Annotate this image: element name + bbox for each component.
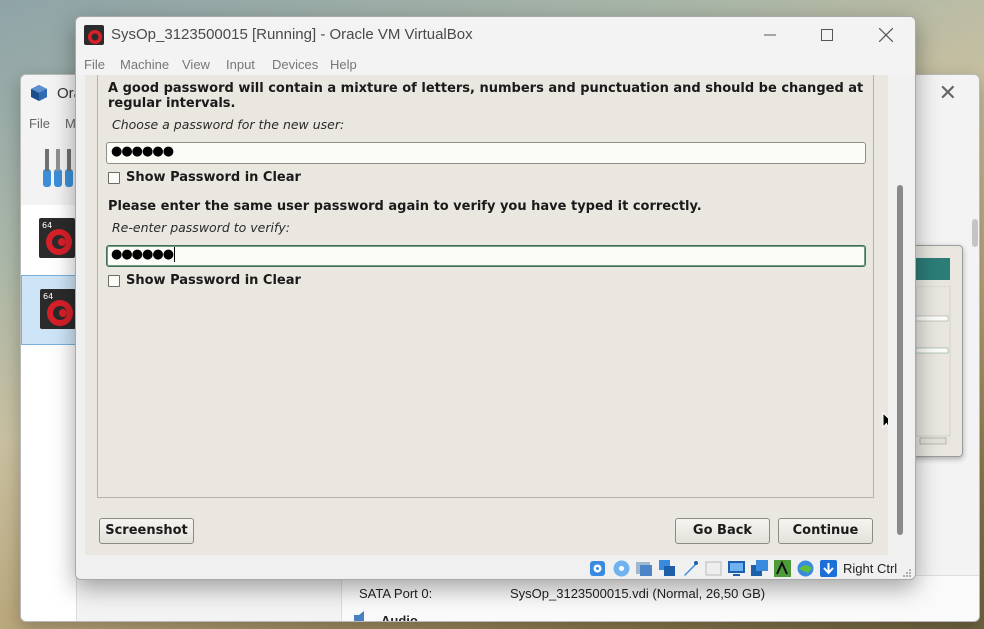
vm-statusbar: Right Ctrl	[76, 555, 915, 579]
show-password-checkbox-1[interactable]	[108, 172, 120, 184]
vm-badge-64: 64	[43, 292, 53, 301]
vm-os-icon: 64	[39, 218, 75, 258]
menu-devices[interactable]: Devices	[272, 57, 318, 72]
optical-drive-icon[interactable]	[612, 559, 631, 578]
guest-screen[interactable]: A good password will contain a mixture o…	[85, 75, 894, 555]
minimize-icon	[764, 34, 776, 36]
vm-scrollbar[interactable]	[888, 75, 915, 555]
vm-menubar: File Machine View Input Devices Help	[76, 53, 915, 75]
audio-section-heading[interactable]: Audio	[381, 613, 418, 621]
display-icon[interactable]	[727, 559, 746, 578]
preview-content	[916, 286, 951, 445]
continue-button[interactable]: Continue	[778, 518, 873, 544]
manager-menu-file[interactable]: File	[29, 116, 50, 131]
show-password-label-1: Show Password in Clear	[126, 170, 301, 185]
vm-scrollbar-thumb[interactable]	[897, 185, 903, 535]
vm-os-icon: 64	[40, 289, 76, 329]
vm-details-panel: SATA Port 0: SysOp_3123500015.vdi (Norma…	[341, 575, 979, 621]
maximize-button[interactable]	[804, 21, 850, 49]
menu-view[interactable]: View	[182, 57, 210, 72]
vm-list: 64 64	[21, 205, 77, 621]
verify-password-value: ●●●●●●	[111, 247, 174, 262]
tools-icon[interactable]	[41, 147, 77, 189]
vm-list-item-selected[interactable]: 64	[21, 275, 77, 345]
vm-window-title: SysOp_3123500015 [Running] - Oracle VM V…	[111, 26, 473, 43]
cpu-icon[interactable]	[796, 559, 815, 578]
vm-preview-thumbnail	[911, 245, 963, 457]
storage-port-label: SATA Port 0:	[359, 586, 433, 601]
network-icon[interactable]	[658, 559, 677, 578]
vm-titlebar: SysOp_3123500015 [Running] - Oracle VM V…	[76, 17, 915, 53]
go-back-button[interactable]: Go Back	[675, 518, 770, 544]
video-capture-icon[interactable]	[750, 559, 769, 578]
close-button[interactable]	[863, 21, 909, 49]
show-password-checkbox-2[interactable]	[108, 275, 120, 287]
menu-file[interactable]: File	[84, 57, 105, 72]
host-key-label[interactable]: Right Ctrl	[843, 561, 897, 576]
password-advice-line1: A good password will contain a mixture o…	[108, 81, 864, 96]
shared-folders-icon[interactable]	[704, 559, 723, 578]
close-icon	[879, 28, 893, 42]
menu-help[interactable]: Help	[330, 57, 357, 72]
audio-section-icon	[354, 611, 364, 621]
choose-password-label: Choose a password for the new user:	[112, 117, 345, 132]
storage-port-value: SysOp_3123500015.vdi (Normal, 26,50 GB)	[510, 586, 766, 601]
vm-window: SysOp_3123500015 [Running] - Oracle VM V…	[75, 16, 916, 580]
text-caret	[174, 247, 176, 262]
vm-list-item[interactable]: 64	[21, 205, 77, 275]
minimize-button[interactable]	[747, 21, 793, 49]
virtualbox-logo-icon	[31, 85, 47, 101]
verify-instruction: Please enter the same user password agai…	[108, 199, 702, 214]
reenter-password-label: Re-enter password to verify:	[112, 220, 290, 235]
vm-badge-64: 64	[42, 221, 52, 230]
vm-app-icon	[84, 25, 104, 45]
verify-password-input[interactable]: ●●●●●●	[106, 245, 866, 267]
resize-grip-icon[interactable]	[902, 568, 912, 578]
menu-machine[interactable]: Machine	[120, 57, 169, 72]
password-advice-line2: regular intervals.	[108, 96, 236, 111]
manager-scrollbar[interactable]	[971, 213, 979, 513]
preview-header-bar	[916, 258, 950, 280]
manager-close-icon[interactable]: ✕	[939, 81, 957, 106]
keyboard-arrow-icon[interactable]	[819, 559, 838, 578]
recording-icon[interactable]	[773, 559, 792, 578]
screenshot-button[interactable]: Screenshot	[99, 518, 194, 544]
maximize-icon	[821, 29, 833, 41]
menu-input[interactable]: Input	[226, 57, 255, 72]
password-input[interactable]: ●●●●●●	[106, 142, 866, 164]
hard-disk-icon[interactable]	[588, 559, 607, 578]
usb-icon[interactable]	[681, 559, 700, 578]
show-password-label-2: Show Password in Clear	[126, 273, 301, 288]
audio-icon[interactable]	[635, 559, 654, 578]
